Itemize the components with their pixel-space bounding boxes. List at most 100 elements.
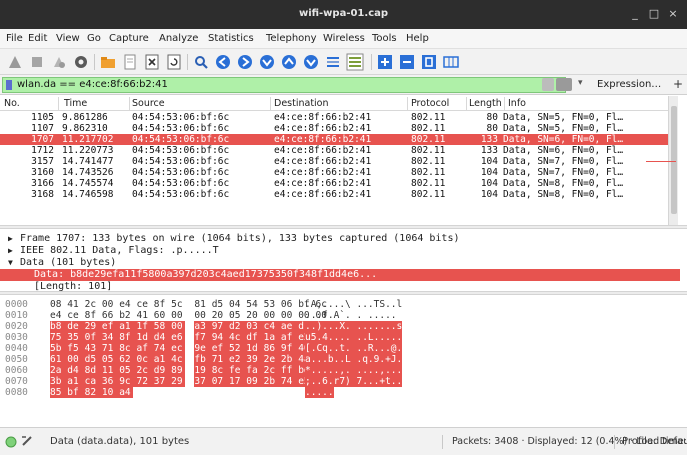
expression-button[interactable]: Expression… — [597, 79, 661, 90]
hex-byte[interactable]: 05 — [119, 365, 137, 376]
hex-byte[interactable]: ff — [280, 365, 299, 376]
tree-item-data[interactable]: ▼ Data (101 bytes) — [0, 257, 680, 269]
table-row-selected[interactable]: 1707 11.217702 04:54:53:06:bf:6c e4:ce:8… — [0, 134, 668, 145]
hex-byte[interactable]: 09 — [246, 376, 265, 387]
packet-bytes-pane[interactable]: 0000 08 41 2c 00 e4 ce 8f 5c 81 d5 04 54 53 06 bf 6c .A,.… — [0, 297, 680, 425]
hex-byte[interactable]: 37 — [194, 376, 213, 387]
hex-byte[interactable]: 2c — [136, 365, 155, 376]
hex-byte[interactable]: 72 — [136, 376, 155, 387]
status-profile[interactable]: Profile: Default — [622, 436, 687, 447]
hex-byte[interactable]: 35 — [67, 332, 86, 343]
hex-byte[interactable]: 71 — [211, 354, 230, 365]
table-row[interactable]: 1105 9.861286 04:54:53:06:bf:6c e4:ce:8f… — [0, 112, 668, 123]
hex-byte[interactable]: de — [67, 321, 86, 332]
hex-byte[interactable]: fa — [246, 365, 265, 376]
hex-byte[interactable]: 8f — [154, 299, 172, 310]
clear-filter-icon[interactable] — [542, 78, 554, 91]
hex-byte[interactable]: 10 — [101, 387, 120, 398]
bookmark-icon[interactable] — [6, 80, 12, 90]
menu-tools[interactable]: Tools — [372, 33, 397, 44]
search-icon[interactable] — [192, 53, 210, 71]
hex-byte[interactable]: 3b — [50, 376, 68, 387]
expand-arrow-icon[interactable]: ▶ — [8, 245, 13, 257]
hex-byte[interactable]: 41 — [67, 299, 85, 310]
hex-byte[interactable]: 53 — [264, 299, 282, 310]
ascii-text[interactable]: ;..6.r7) 7...+t.. — [305, 376, 403, 387]
ascii-text[interactable]: *.....,. ....,... — [305, 365, 403, 376]
hex-byte[interactable]: 04 — [229, 299, 247, 310]
shark-fin-start-icon[interactable] — [6, 53, 24, 71]
hex-byte[interactable]: ec — [171, 343, 186, 354]
hex-byte[interactable]: 17 — [229, 376, 247, 387]
hex-byte[interactable]: 8c — [211, 365, 230, 376]
hex-byte[interactable]: 00 — [171, 310, 185, 321]
hex-byte[interactable]: 20 — [246, 310, 264, 321]
hex-byte[interactable]: 74 — [153, 343, 172, 354]
hex-byte[interactable]: 2b — [280, 354, 299, 365]
hex-byte[interactable]: 00 — [281, 310, 299, 321]
hex-byte[interactable]: b2 — [119, 310, 137, 321]
hex-byte[interactable]: bf — [67, 387, 86, 398]
hex-byte[interactable]: 00 — [264, 310, 282, 321]
hex-byte[interactable]: a1 — [153, 354, 172, 365]
hex-byte[interactable]: ca — [84, 376, 103, 387]
colorize-icon[interactable] — [346, 53, 364, 71]
hex-byte[interactable]: f7 — [194, 332, 213, 343]
collapse-arrow-icon[interactable]: ▼ — [8, 257, 13, 269]
hex-byte[interactable]: 5c — [171, 299, 185, 310]
column-header-no[interactable]: No. — [4, 98, 20, 109]
ascii-text[interactable]: ..... — [305, 387, 334, 398]
hex-byte[interactable]: 82 — [84, 387, 103, 398]
hex-byte[interactable]: 52 — [229, 343, 247, 354]
hex-byte[interactable]: 19 — [194, 365, 213, 376]
hex-byte[interactable]: 4c — [171, 354, 186, 365]
table-row[interactable]: 3157 14.741477 04:54:53:06:bf:6c e4:ce:8… — [0, 156, 668, 167]
forward-arrow-icon[interactable] — [236, 53, 254, 71]
hex-byte[interactable]: df — [246, 332, 265, 343]
hex-byte[interactable]: 5b — [50, 343, 68, 354]
expert-info-icon[interactable] — [5, 436, 17, 448]
ascii-text[interactable]: ..)...X. .......s — [305, 321, 403, 332]
column-header-length[interactable]: Length — [469, 98, 502, 109]
hex-byte[interactable]: ef — [101, 321, 120, 332]
hex-byte[interactable]: 89 — [171, 365, 186, 376]
hex-byte[interactable]: f5 — [67, 343, 86, 354]
hex-byte[interactable]: 75 — [50, 332, 68, 343]
ascii-text[interactable]: u5.4.... ..L..... — [305, 332, 403, 343]
resize-columns-icon[interactable] — [442, 53, 460, 71]
hex-byte[interactable]: 03 — [246, 321, 265, 332]
display-filter-input[interactable]: wlan.da == e4:ce:8f:66:b2:41 — [2, 77, 566, 93]
hex-byte[interactable]: 1d — [136, 332, 155, 343]
next-packet-icon[interactable] — [302, 53, 320, 71]
hex-byte[interactable]: 2c — [263, 365, 282, 376]
normal-size-icon[interactable] — [420, 53, 438, 71]
tree-item-ieee80211[interactable]: ▶ IEEE 802.11 Data, Flags: .p.....T — [0, 245, 680, 257]
reload-icon[interactable] — [165, 53, 183, 71]
hex-byte[interactable]: a3 — [194, 321, 213, 332]
ascii-text[interactable]: ...f.A`. . ..... — [305, 310, 397, 321]
column-header-info[interactable]: Info — [508, 98, 526, 109]
hex-byte[interactable]: 05 — [229, 310, 247, 321]
hex-byte[interactable]: af — [280, 332, 299, 343]
menu-go[interactable]: Go — [87, 33, 101, 44]
hex-byte[interactable]: 05 — [101, 354, 120, 365]
hex-byte[interactable]: 71 — [101, 343, 120, 354]
hex-byte[interactable]: ef — [211, 343, 230, 354]
hex-byte[interactable]: 0f — [84, 332, 103, 343]
apply-filter-icon[interactable] — [556, 78, 572, 91]
menu-file[interactable]: File — [6, 33, 23, 44]
hex-byte[interactable]: 1d — [246, 343, 265, 354]
menu-view[interactable]: View — [56, 33, 80, 44]
hex-byte[interactable]: 2c — [85, 299, 103, 310]
restart-icon[interactable] — [50, 53, 68, 71]
hex-byte[interactable]: 86 — [263, 343, 282, 354]
minimize-button[interactable]: _ — [627, 6, 643, 22]
hex-byte[interactable]: e2 — [229, 354, 247, 365]
hex-byte[interactable]: 8f — [119, 332, 137, 343]
menu-statistics[interactable]: Statistics — [208, 33, 254, 44]
tree-item-data-value[interactable]: Data: b8de29efa11f5800a397d203c4aed17375… — [0, 269, 680, 281]
table-row[interactable]: 1107 9.862310 04:54:53:06:bf:6c e4:ce:8f… — [0, 123, 668, 134]
hex-byte[interactable]: 9c — [119, 376, 137, 387]
hex-byte[interactable]: e6 — [171, 332, 186, 343]
hex-byte[interactable]: 4c — [229, 332, 247, 343]
